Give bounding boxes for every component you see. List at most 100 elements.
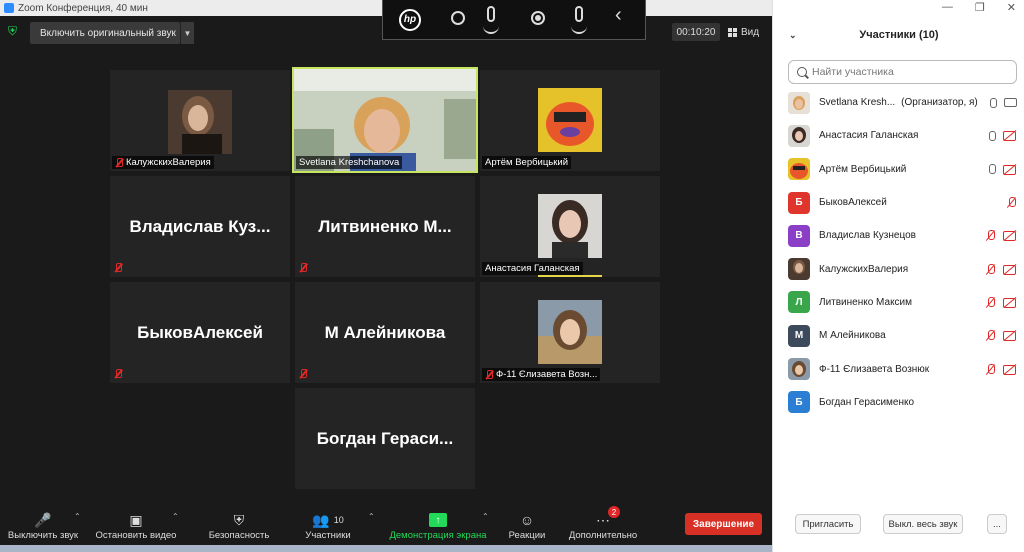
share-screen-button[interactable]: ↑ Демонстрация экрана (384, 510, 492, 541)
record-on-icon[interactable] (531, 11, 545, 25)
hp-mic-icon[interactable] (483, 6, 499, 34)
mic-muted-icon[interactable] (985, 230, 996, 241)
participants-options-caret[interactable]: ⌃ (368, 512, 375, 521)
video-tile-yelyzaveta[interactable]: Ф-11 Єлизавета Возн... (480, 282, 660, 383)
avatar (788, 258, 810, 281)
security-button[interactable]: ⛨ Безопасность (200, 510, 278, 542)
mic-muted-icon (299, 369, 307, 379)
participant-name: БыковАлексей (819, 197, 887, 209)
camera-off-icon[interactable] (1003, 330, 1017, 342)
os-taskbar (0, 545, 772, 552)
stop-video-button[interactable]: ▣ Остановить видео (90, 510, 182, 542)
mic-muted-icon (114, 263, 122, 273)
avatar (788, 124, 810, 147)
window-title: Zoom Конференция, 40 мин (18, 2, 148, 14)
mic-muted-icon[interactable] (985, 296, 996, 308)
participant-name: Svetlana Kresh... (819, 97, 896, 109)
participant-photo (538, 194, 602, 258)
camera-off-icon[interactable] (1003, 164, 1017, 175)
close-icon[interactable]: ✕ (1007, 1, 1016, 14)
reaction-smiley-icon: ☺ (519, 512, 535, 528)
avatar: Б (788, 391, 810, 414)
video-tile-litvinenko[interactable]: Литвиненко М... (295, 176, 475, 277)
mute-button[interactable]: 🎤 Выключить звук (4, 510, 82, 542)
encryption-shield-icon[interactable]: ⛨ (8, 25, 20, 38)
participant-row[interactable]: Артём Вербицький (773, 153, 1024, 186)
meeting-timer: 00:10:20 (672, 23, 720, 41)
participant-name: Владислав Кузнецов (819, 230, 916, 242)
participant-photo (168, 90, 232, 154)
camera-off-icon[interactable] (1003, 130, 1017, 142)
collapse-panel-icon[interactable]: ⌄ (789, 30, 797, 41)
video-tile-bogdan[interactable]: Богдан Гераси... (295, 388, 475, 489)
participant-row[interactable]: Л Литвиненко Максим (773, 286, 1024, 319)
camera-off-icon[interactable] (1003, 364, 1017, 375)
video-tile-aleinikova[interactable]: М Алейникова (295, 282, 475, 383)
tile-name-label: Артём Вербицький (482, 156, 572, 169)
tile-name-label: Анастасия Галанская (482, 262, 583, 275)
hp-logo-icon: hp (399, 8, 421, 31)
hp-mic-noise-icon[interactable] (571, 6, 587, 34)
video-camera-icon: ▣ (129, 511, 143, 528)
video-tile-artem[interactable]: Артём Вербицький (480, 70, 660, 171)
video-tile-svetlana[interactable]: Svetlana Kreshchanova (292, 67, 478, 173)
video-tile-anastasia[interactable]: Анастасия Галанская (480, 176, 660, 277)
meeting-area: ⛨ Включить оригинальный звук ▼ 00:10:20 … (0, 16, 772, 552)
camera-off-icon[interactable] (1003, 297, 1017, 308)
record-off-icon[interactable] (451, 11, 465, 25)
participant-row[interactable]: М М Алейникова (773, 319, 1024, 352)
mic-muted-icon (299, 263, 307, 273)
reactions-button[interactable]: ☺ Реакции (502, 510, 552, 541)
participant-row[interactable]: Б Богдан Герасименко (773, 386, 1024, 419)
invite-button[interactable]: Пригласить (795, 514, 861, 534)
search-input[interactable] (812, 66, 1002, 78)
original-sound-dropdown[interactable]: ▼ (180, 22, 194, 44)
tile-name-label: Svetlana Kreshchanova (296, 156, 403, 169)
view-button[interactable]: Вид (728, 23, 759, 41)
tile-big-name: Литвиненко М... (318, 216, 452, 236)
restore-icon[interactable]: ❐ (975, 1, 985, 14)
mic-muted-icon[interactable] (985, 363, 996, 375)
notification-badge: 2 (608, 506, 620, 518)
share-options-caret[interactable]: ⌃ (482, 512, 489, 521)
mic-muted-icon[interactable] (985, 263, 996, 275)
original-sound-button[interactable]: Включить оригинальный звук (30, 22, 180, 44)
camera-on-icon[interactable] (1004, 98, 1017, 108)
participant-row[interactable]: КалужскихВалерия (773, 252, 1024, 285)
mic-on-icon[interactable] (989, 164, 996, 175)
participant-name: Литвиненко Максим (819, 296, 913, 308)
video-tile-kaluzhskikh[interactable]: КалужскихВалерия (110, 70, 290, 171)
mic-on-icon[interactable] (990, 97, 997, 108)
participants-button[interactable]: 👥 10 Участники (296, 510, 360, 542)
video-tile-bykov[interactable]: БыковАлексей (110, 282, 290, 383)
participant-row[interactable]: В Владислав Кузнецов (773, 219, 1024, 252)
minimize-icon[interactable]: — (942, 1, 953, 14)
end-meeting-button[interactable]: Завершение (685, 513, 762, 535)
mic-on-icon[interactable] (989, 130, 996, 141)
participant-row[interactable]: Анастасия Галанская (773, 119, 1024, 152)
search-icon (797, 67, 807, 77)
avatar: Л (788, 291, 810, 314)
video-tile-vladislav[interactable]: Владислав Куз... (110, 176, 290, 277)
video-options-caret[interactable]: ⌃ (172, 512, 179, 521)
more-button[interactable]: ⋯ 2 Дополнительно (560, 506, 646, 541)
avatar (788, 91, 810, 114)
participant-row[interactable]: Б БыковАлексей (773, 186, 1024, 219)
participant-name: КалужскихВалерия (819, 263, 909, 275)
participants-panel: — ❐ ✕ ⌄ Участники (10) Svetlana Kresh...… (772, 0, 1024, 552)
participant-row[interactable]: Ф-11 Єлизавета Вознюк (773, 352, 1024, 385)
tile-big-name: Богдан Гераси... (316, 428, 454, 448)
tile-big-name: М Алейникова (324, 322, 446, 342)
more-options-button[interactable]: ... (987, 514, 1007, 534)
camera-off-icon[interactable] (1003, 230, 1017, 242)
speaking-indicator (538, 275, 602, 277)
collapse-chevron-icon[interactable]: ‹ (615, 4, 622, 27)
share-screen-icon: ↑ (429, 513, 447, 527)
audio-options-caret[interactable]: ⌃ (74, 512, 81, 521)
mic-muted-icon[interactable] (1006, 197, 1017, 208)
participant-row[interactable]: Svetlana Kresh... (Организатор, я) (773, 86, 1024, 119)
mic-muted-icon[interactable] (985, 330, 996, 341)
participant-search[interactable] (788, 60, 1017, 84)
camera-off-icon[interactable] (1003, 264, 1017, 275)
mute-all-button[interactable]: Выкл. весь звук (883, 514, 963, 534)
